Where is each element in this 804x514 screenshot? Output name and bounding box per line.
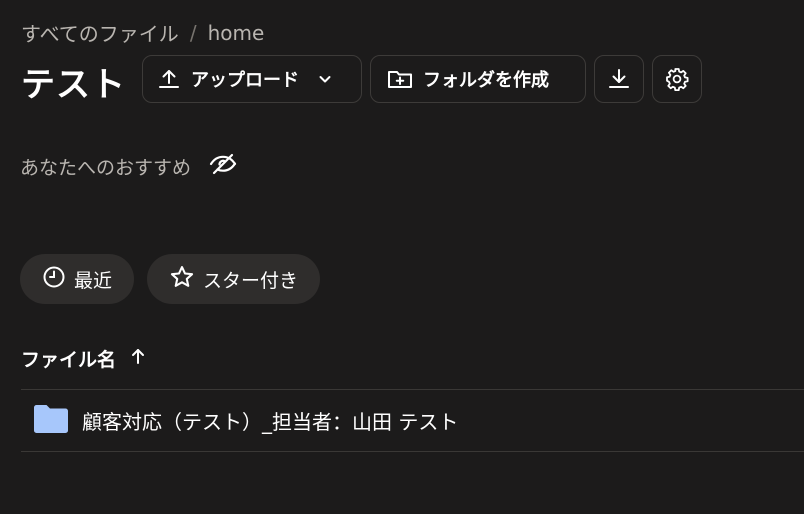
quick-filters: 最近 スター付き	[20, 254, 321, 304]
file-name: 顧客対応（テスト）_担当者：山田 テスト	[82, 410, 459, 434]
create-folder-button[interactable]: フォルダを作成	[370, 55, 586, 103]
settings-button[interactable]	[652, 55, 702, 103]
upload-label: アップロード	[191, 70, 299, 91]
breadcrumb-home[interactable]: home	[208, 21, 265, 45]
list-divider-bottom	[21, 451, 804, 452]
breadcrumb-all-files[interactable]: すべてのファイル	[21, 18, 179, 47]
folder-icon	[32, 403, 70, 439]
file-browser: すべてのファイル / home テスト アップロード フォルダを作成 あなたへの…	[0, 0, 804, 514]
page-title: テスト	[21, 65, 126, 105]
breadcrumb-separator: /	[189, 20, 197, 45]
star-icon	[169, 264, 195, 295]
upload-button[interactable]: アップロード	[142, 55, 362, 103]
recommendations-header: あなたへのおすすめ	[20, 152, 237, 181]
filter-recent-label: 最近	[74, 269, 113, 292]
eye-off-icon[interactable]	[209, 152, 237, 181]
download-button[interactable]	[594, 55, 644, 103]
filter-recent[interactable]: 最近	[20, 254, 135, 304]
table-row[interactable]: 顧客対応（テスト）_担当者：山田 テスト	[21, 390, 804, 451]
sort-ascending-icon	[130, 347, 146, 370]
clock-icon	[42, 265, 66, 294]
gear-icon	[665, 67, 689, 91]
upload-icon	[157, 67, 181, 91]
filter-starred-label: スター付き	[203, 269, 299, 292]
toolbar: アップロード フォルダを作成	[142, 55, 702, 103]
filter-starred[interactable]: スター付き	[147, 254, 321, 304]
download-icon	[607, 67, 631, 91]
column-header-label: ファイル名	[21, 349, 117, 371]
column-header-filename[interactable]: ファイル名	[21, 345, 146, 372]
chevron-down-icon	[317, 71, 333, 87]
folder-plus-icon	[387, 67, 413, 91]
recommendations-label: あなたへのおすすめ	[20, 157, 192, 179]
breadcrumb: すべてのファイル / home	[21, 18, 264, 47]
create-folder-label: フォルダを作成	[423, 70, 549, 91]
